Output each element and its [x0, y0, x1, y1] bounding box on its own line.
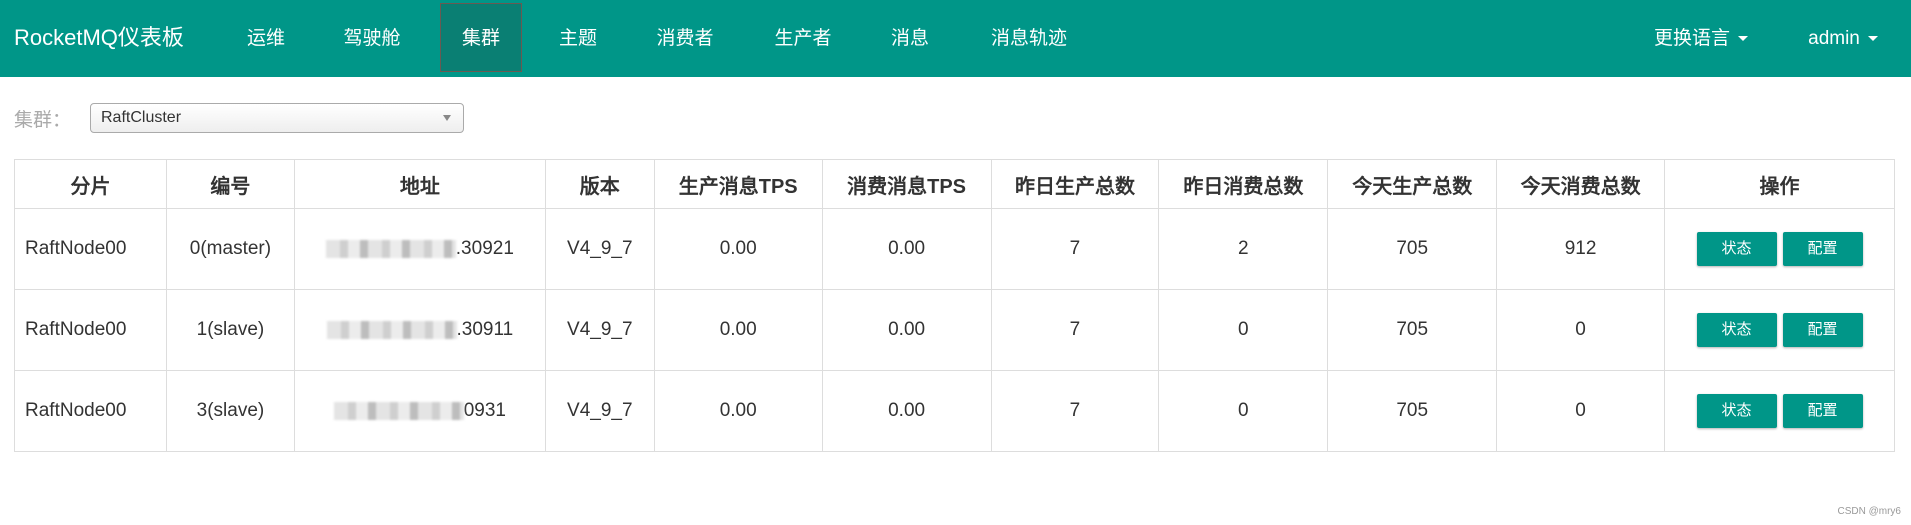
user-dropdown[interactable]: admin — [1798, 0, 1888, 77]
cell-consume-tps: 0.00 — [821, 370, 992, 452]
cell-address: .30921 — [293, 208, 546, 290]
cell-yesterday-produce: 7 — [990, 208, 1160, 290]
config-button[interactable]: 配置 — [1782, 394, 1863, 428]
col-header-consume-tps: 消费消息TPS — [821, 159, 992, 209]
status-button[interactable]: 状态 — [1696, 394, 1777, 428]
nav-message[interactable]: 消息 — [886, 0, 934, 77]
nav-cluster[interactable]: 集群 — [440, 3, 522, 72]
table-row: RaftNode00 3(slave) 0931 V4_9_7 0.00 0.0… — [14, 370, 1895, 452]
cell-actions: 状态 配置 — [1664, 208, 1895, 290]
col-header-address: 地址 — [293, 159, 546, 209]
nav-ops[interactable]: 运维 — [238, 0, 294, 77]
language-label: 更换语言 — [1653, 28, 1730, 49]
status-button[interactable]: 状态 — [1696, 313, 1777, 347]
redacted-address — [333, 401, 464, 420]
cell-produce-tps: 0.00 — [653, 289, 823, 371]
cell-id: 0(master) — [165, 208, 295, 290]
user-label: admin — [1808, 28, 1860, 49]
col-header-yesterday-produce: 昨日生产总数 — [990, 159, 1160, 209]
cell-consume-tps: 0.00 — [821, 208, 992, 290]
cell-produce-tps: 0.00 — [653, 208, 823, 290]
col-header-produce-tps: 生产消息TPS — [653, 159, 823, 209]
cell-yesterday-produce: 7 — [990, 370, 1160, 452]
cluster-select[interactable]: RaftCluster — [90, 103, 464, 133]
address-suffix: 0931 — [463, 400, 506, 421]
cell-today-produce: 705 — [1327, 289, 1498, 371]
nav-dashboard[interactable]: 驾驶舱 — [338, 0, 406, 77]
config-button[interactable]: 配置 — [1782, 313, 1863, 347]
nav-consumer[interactable]: 消费者 — [650, 0, 720, 77]
nav-message-trace[interactable]: 消息轨迹 — [982, 0, 1076, 77]
cell-yesterday-produce: 7 — [990, 289, 1160, 371]
table-row: RaftNode00 0(master) .30921 V4_9_7 0.00 … — [14, 208, 1895, 290]
cell-consume-tps: 0.00 — [821, 289, 992, 371]
cell-address: 0931 — [293, 370, 546, 452]
nav-topic[interactable]: 主题 — [554, 0, 602, 77]
broker-table: 分片 编号 地址 版本 生产消息TPS 消费消息TPS 昨日生产总数 昨日消费总… — [14, 159, 1895, 452]
cell-today-consume: 0 — [1496, 370, 1666, 452]
cell-address: .30911 — [293, 289, 546, 371]
address-suffix: .30911 — [456, 319, 514, 340]
cell-produce-tps: 0.00 — [653, 370, 823, 452]
language-dropdown[interactable]: 更换语言 — [1646, 0, 1756, 77]
col-header-id: 编号 — [165, 159, 295, 209]
table-row: RaftNode00 1(slave) .30911 V4_9_7 0.00 0… — [14, 289, 1895, 371]
chevron-down-icon — [443, 115, 451, 121]
col-header-yesterday-consume: 昨日消费总数 — [1158, 159, 1329, 209]
cell-today-produce: 705 — [1327, 208, 1498, 290]
cluster-select-value: RaftCluster — [101, 109, 182, 126]
cell-version: V4_9_7 — [544, 289, 655, 371]
col-header-version: 版本 — [544, 159, 655, 209]
col-header-today-produce: 今天生产总数 — [1327, 159, 1498, 209]
cell-yesterday-consume: 0 — [1158, 289, 1329, 371]
cluster-filter-label: 集群： — [14, 110, 72, 131]
cell-today-consume: 0 — [1496, 289, 1666, 371]
cell-shard: RaftNode00 — [14, 289, 167, 371]
cell-id: 1(slave) — [165, 289, 295, 371]
cell-version: V4_9_7 — [544, 370, 655, 452]
cell-shard: RaftNode00 — [14, 370, 167, 452]
cell-today-consume: 912 — [1496, 208, 1666, 290]
col-header-today-consume: 今天消费总数 — [1496, 159, 1666, 209]
col-header-shard: 分片 — [14, 159, 167, 209]
config-button[interactable]: 配置 — [1782, 232, 1863, 266]
status-button[interactable]: 状态 — [1696, 232, 1777, 266]
cell-today-produce: 705 — [1327, 370, 1498, 452]
watermark: CSDN @mry6 — [1837, 506, 1902, 517]
cell-actions: 状态 配置 — [1664, 289, 1895, 371]
cell-yesterday-consume: 2 — [1158, 208, 1329, 290]
cell-shard: RaftNode00 — [14, 208, 167, 290]
top-navbar: RocketMQ仪表板 运维 驾驶舱 集群 主题 消费者 生产者 消息 消息轨迹… — [0, 0, 1911, 77]
cell-actions: 状态 配置 — [1664, 370, 1895, 452]
brand-title[interactable]: RocketMQ仪表板 — [14, 20, 184, 52]
chevron-down-icon — [1738, 36, 1748, 42]
nav-producer[interactable]: 生产者 — [768, 0, 838, 77]
redacted-address — [325, 239, 456, 258]
chevron-down-icon — [1867, 36, 1878, 42]
cell-id: 3(slave) — [165, 370, 295, 452]
address-suffix: .30921 — [455, 238, 514, 259]
table-header-row: 分片 编号 地址 版本 生产消息TPS 消费消息TPS 昨日生产总数 昨日消费总… — [14, 159, 1895, 209]
col-header-actions: 操作 — [1664, 159, 1895, 209]
redacted-address — [326, 320, 457, 339]
cell-yesterday-consume: 0 — [1158, 370, 1329, 452]
cell-version: V4_9_7 — [544, 208, 655, 290]
